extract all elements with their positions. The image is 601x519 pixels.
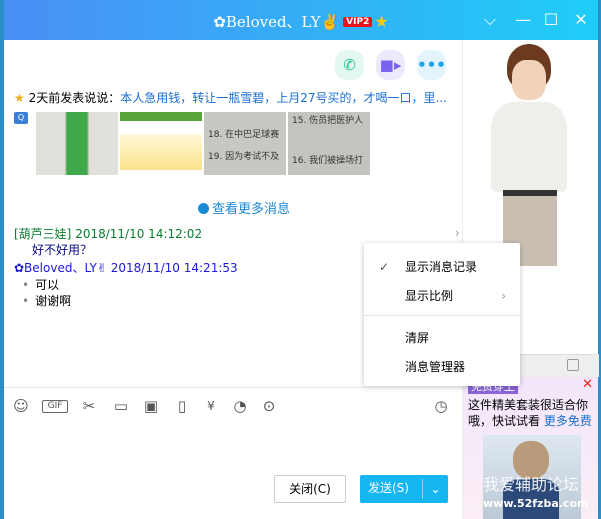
avatar-show xyxy=(485,44,573,266)
close-button[interactable]: 关闭(C) xyxy=(274,475,346,503)
input-divider xyxy=(4,387,462,388)
maximize-button[interactable]: ☐ xyxy=(541,10,561,30)
more-actions-button[interactable]: ••• xyxy=(417,50,446,80)
collapse-chevron-icon[interactable]: › xyxy=(455,226,460,240)
scissors-icon[interactable]: ✂ xyxy=(79,396,99,416)
thumb-line: 18. 在中巴足球赛 xyxy=(208,130,280,140)
send-button[interactable]: 发送(S) ⌄ xyxy=(360,475,448,503)
ad-close-icon[interactable]: ✕ xyxy=(582,377,593,392)
ad-more-link[interactable]: 更多免费 xyxy=(544,414,592,428)
folder-icon[interactable]: ▭ xyxy=(111,396,131,416)
message-line: 可以 xyxy=(35,278,60,292)
chat-window: ✿Beloved、LY✌ VIP2 ★ ⌵ — ☐ ✕ ✆ ■▸ ••• ★ 2天前… xyxy=(4,0,599,519)
phone-call-button[interactable]: ✆ xyxy=(335,50,364,80)
menu-label: 显示比例 xyxy=(405,289,454,303)
history-icon[interactable]: ◷ xyxy=(431,396,451,416)
phone-icon: ✆ xyxy=(343,56,356,74)
message-text: 好不好用？ xyxy=(32,243,93,257)
minimize-button[interactable]: — xyxy=(513,10,533,30)
status-line: ★ 2天前发表说说：本人急用钱，转让一瓶雪碧，上月27号买的，才喝一口，里... xyxy=(14,89,447,106)
pin-icon[interactable] xyxy=(567,359,579,371)
sender[interactable]: ✿Beloved、LY✌ xyxy=(14,261,107,275)
submenu-chevron-icon: › xyxy=(501,289,506,303)
send-label: 发送(S) xyxy=(368,481,409,495)
thumbnail-bottle[interactable] xyxy=(36,112,118,175)
ad-panel[interactable]: 免费穿上 ✕ 这件精美套装很适合你哦，快试试看 更多免费 我爱辅助论坛 www.… xyxy=(463,377,598,519)
contact-title: ✿Beloved、LY✌ VIP2 ★ xyxy=(4,11,598,32)
menu-item-show-history[interactable]: ✓ 显示消息记录 xyxy=(364,255,520,279)
thumbnail-worksheet-2[interactable]: 15. 伤员把医护人 16. 我们被操场打 xyxy=(288,112,370,175)
message-line: 谢谢啊 xyxy=(35,294,72,308)
thumb-line: 15. 伤员把医护人 xyxy=(292,116,364,126)
message-header: [葫芦三娃] 2018/11/10 14:12:02 xyxy=(14,225,202,242)
red-packet-icon[interactable]: ¥ xyxy=(201,396,221,416)
watermark-url: www.52fzba.com xyxy=(483,497,589,510)
menu-item-clear-screen[interactable]: 清屏 xyxy=(364,326,520,350)
music-icon[interactable]: ◔ xyxy=(230,396,250,416)
message-text: • 可以 xyxy=(22,278,60,292)
emoji-icon[interactable]: ☺ xyxy=(11,396,31,416)
menu-label: 清屏 xyxy=(405,331,430,345)
image-icon[interactable]: ▣ xyxy=(141,396,161,416)
video-icon: ■▸ xyxy=(379,56,402,74)
gif-icon[interactable]: GIF xyxy=(42,400,68,413)
menu-item-display-ratio[interactable]: 显示比例 › xyxy=(364,284,520,308)
timestamp: 2018/11/10 14:21:53 xyxy=(110,261,238,275)
shake-icon[interactable]: ▯ xyxy=(172,396,192,416)
level-star-icon: ★ xyxy=(374,12,389,31)
ad-text: 这件精美套装很适合你哦，快试试看 更多免费 xyxy=(468,397,596,429)
thumb-line: 19. 因为考试不及 xyxy=(208,152,280,162)
menu-divider xyxy=(364,315,520,316)
send-options-chevron-icon[interactable]: ⌄ xyxy=(422,479,448,499)
close-window-button[interactable]: ✕ xyxy=(571,10,591,30)
context-menu: ✓ 显示消息记录 显示比例 › 清屏 消息管理器 xyxy=(364,243,520,386)
thumb-line: 16. 我们被操场打 xyxy=(292,156,364,166)
more-tools-icon[interactable]: ⊙ xyxy=(259,396,279,416)
video-call-button[interactable]: ■▸ xyxy=(376,50,405,80)
dropdown-button[interactable]: ⌵ xyxy=(480,10,500,30)
status-link[interactable]: 本人急用钱，转让一瓶雪碧，上月27号买的，才喝一口，里... xyxy=(120,91,447,105)
star-icon: ★ xyxy=(14,91,25,105)
contact-name: ✿Beloved、LY✌ xyxy=(213,13,340,31)
message-text: • 谢谢啊 xyxy=(22,294,72,308)
clock-icon xyxy=(197,203,209,214)
vip-badge: VIP2 xyxy=(343,17,373,27)
watermark-text: 我爱辅助论坛 xyxy=(483,475,580,494)
menu-label: 消息管理器 xyxy=(405,360,466,374)
thumbnail-worksheet[interactable]: 18. 在中巴足球赛 19. 因为考试不及 xyxy=(204,112,286,175)
check-icon: ✓ xyxy=(379,260,390,274)
thumbnail-diagram[interactable] xyxy=(120,112,202,175)
view-more-messages[interactable]: 查看更多消息 xyxy=(4,198,484,217)
menu-item-message-manager[interactable]: 消息管理器 xyxy=(364,355,520,379)
menu-label: 显示消息记录 xyxy=(405,260,478,274)
qzone-icon: Q xyxy=(14,112,28,124)
status-prefix: 2天前发表说说： xyxy=(28,91,121,105)
view-more-link[interactable]: 查看更多消息 xyxy=(212,202,290,217)
message-header: ✿Beloved、LY✌ 2018/11/10 14:21:53 xyxy=(14,259,238,276)
timestamp: 2018/11/10 14:12:02 xyxy=(75,227,203,241)
more-icon: ••• xyxy=(417,56,446,74)
title-bar[interactable]: ✿Beloved、LY✌ VIP2 ★ ⌵ — ☐ ✕ xyxy=(4,0,598,40)
sender[interactable]: [葫芦三娃] xyxy=(14,227,71,241)
